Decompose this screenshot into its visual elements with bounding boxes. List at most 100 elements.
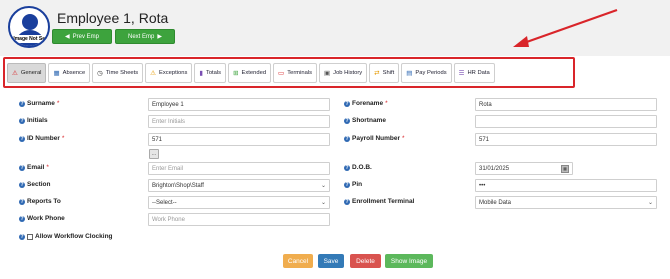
calendar-picker-icon[interactable]: ▦ bbox=[561, 164, 569, 173]
prev-employee-label: Prev Emp bbox=[72, 33, 99, 40]
tab-extended[interactable]: ⊞ Extended bbox=[228, 63, 272, 83]
avatar-head-shape bbox=[22, 14, 38, 30]
help-icon[interactable]: ? bbox=[19, 198, 25, 205]
pin-label-text: Pin bbox=[352, 181, 363, 188]
reports-to-select[interactable]: --Select-- ⌄ bbox=[148, 196, 330, 209]
tab-absence[interactable]: ▦ Absence bbox=[48, 63, 91, 83]
annotation-arrow bbox=[513, 8, 618, 47]
exchange-icon: ⇄ bbox=[374, 70, 380, 77]
tab-pay-periods[interactable]: ▤ Pay Periods bbox=[401, 63, 452, 83]
help-icon[interactable]: ? bbox=[19, 100, 25, 107]
arrow-right-icon: ▶ bbox=[157, 34, 162, 40]
help-icon[interactable]: ? bbox=[344, 181, 350, 188]
required-marker: * bbox=[385, 100, 388, 107]
email-input[interactable]: Enter Email bbox=[148, 162, 330, 175]
bar-chart-icon: ▮ bbox=[199, 70, 203, 77]
tab-label: Time Sheets bbox=[105, 70, 139, 76]
list-icon: ☰ bbox=[458, 70, 465, 77]
tab-hr-data[interactable]: ☰ HR Data bbox=[453, 63, 495, 83]
enrollment-terminal-select[interactable]: Mobile Data ⌄ bbox=[475, 196, 657, 209]
shortname-label-text: Shortname bbox=[352, 117, 386, 124]
help-icon[interactable]: ? bbox=[344, 100, 350, 107]
monitor-icon: ▭ bbox=[278, 70, 285, 77]
avatar[interactable]: Image Not Set bbox=[8, 6, 50, 48]
tab-job-history[interactable]: ▣ Job History bbox=[319, 63, 368, 83]
section-select-value: Brighton\Shop\Staff bbox=[152, 182, 204, 189]
initials-input[interactable]: Enter Initials bbox=[148, 115, 330, 128]
plus-square-icon: ⊞ bbox=[233, 70, 239, 77]
delete-button[interactable]: Delete bbox=[350, 254, 381, 268]
forename-input[interactable]: Rota bbox=[475, 98, 657, 111]
enrollment-terminal-label-text: Enrollment Terminal bbox=[352, 198, 415, 205]
forename-label-text: Forename bbox=[352, 100, 384, 107]
calendar-range-icon: ▤ bbox=[406, 70, 413, 77]
reports-to-select-value: --Select-- bbox=[152, 199, 177, 206]
help-icon[interactable]: ? bbox=[19, 164, 25, 171]
required-marker: * bbox=[61, 135, 65, 142]
work-phone-input[interactable]: Work Phone bbox=[148, 213, 330, 226]
email-label: ? Email * bbox=[19, 164, 49, 171]
help-icon[interactable]: ? bbox=[19, 117, 25, 124]
required-marker: * bbox=[46, 164, 49, 171]
help-icon[interactable]: ? bbox=[344, 164, 350, 171]
show-image-button[interactable]: Show Image bbox=[385, 254, 433, 268]
reports-to-label-text: Reports To bbox=[27, 198, 61, 205]
tab-exceptions[interactable]: ⚠ Exceptions bbox=[145, 63, 193, 83]
surname-label: ? Surname * bbox=[19, 100, 59, 107]
tab-label: Absence bbox=[62, 70, 86, 76]
tab-time-sheets[interactable]: ◷ Time Sheets bbox=[92, 63, 144, 83]
warning-icon: ⚠ bbox=[150, 70, 156, 77]
payroll-number-input[interactable]: 571 bbox=[475, 133, 657, 146]
work-phone-label: ? Work Phone bbox=[19, 215, 65, 222]
tab-label: Exceptions bbox=[159, 70, 188, 76]
dob-input[interactable]: 31/01/2025 ▦ bbox=[475, 162, 573, 175]
tab-label: Terminals bbox=[287, 70, 313, 76]
forename-label: ? Forename * bbox=[344, 100, 388, 107]
required-marker: * bbox=[56, 100, 60, 107]
save-button[interactable]: Save bbox=[318, 254, 344, 268]
next-employee-button[interactable]: Next Emp ▶ bbox=[115, 29, 175, 44]
chevron-down-icon: ⌄ bbox=[647, 200, 653, 206]
work-phone-label-text: Work Phone bbox=[27, 215, 65, 222]
shortname-label: ? Shortname bbox=[344, 117, 386, 124]
shortname-input[interactable] bbox=[475, 115, 657, 128]
section-select[interactable]: Brighton\Shop\Staff ⌄ bbox=[148, 179, 330, 192]
help-icon[interactable]: ? bbox=[344, 117, 350, 124]
allow-workflow-label: ? Allow Workflow Clocking bbox=[19, 233, 113, 240]
arrow-left-icon: ◀ bbox=[65, 34, 70, 40]
tab-bar-highlight: ⚠ General ▦ Absence ◷ Time Sheets ⚠ Exce… bbox=[3, 57, 575, 88]
pin-input[interactable]: ••• bbox=[475, 179, 657, 192]
surname-label-text: Surname bbox=[27, 100, 55, 107]
help-icon[interactable]: ? bbox=[19, 135, 25, 142]
surname-input[interactable]: Employee 1 bbox=[148, 98, 330, 111]
id-number-label: ? ID Number * bbox=[19, 135, 64, 142]
email-label-text: Email bbox=[27, 164, 45, 171]
help-icon[interactable]: ? bbox=[344, 198, 350, 205]
payroll-number-label-text: Payroll Number bbox=[352, 135, 401, 142]
pin-label: ? Pin bbox=[344, 181, 362, 188]
tab-list: ⚠ General ▦ Absence ◷ Time Sheets ⚠ Exce… bbox=[7, 63, 495, 83]
tab-totals[interactable]: ▮ Totals bbox=[194, 63, 227, 83]
cancel-button[interactable]: Cancel bbox=[283, 254, 313, 268]
allow-workflow-checkbox[interactable] bbox=[27, 233, 33, 240]
section-label-text: Section bbox=[27, 181, 51, 188]
required-marker: * bbox=[402, 135, 405, 142]
dob-value: 31/01/2025 bbox=[479, 165, 510, 172]
tab-label: HR Data bbox=[467, 70, 490, 76]
prev-employee-button[interactable]: ◀ Prev Emp bbox=[52, 29, 112, 44]
id-number-input[interactable]: 571 bbox=[148, 133, 330, 146]
calendar-icon: ▦ bbox=[53, 70, 60, 77]
tab-label: Job History bbox=[333, 70, 363, 76]
avatar-caption: Image Not Set bbox=[11, 35, 48, 43]
enrollment-terminal-label: ? Enrollment Terminal bbox=[344, 198, 414, 205]
id-number-lookup-button[interactable]: ... bbox=[149, 149, 159, 159]
help-icon[interactable]: ? bbox=[19, 233, 25, 240]
help-icon[interactable]: ? bbox=[19, 181, 25, 188]
tab-general[interactable]: ⚠ General bbox=[7, 63, 47, 83]
tab-shift[interactable]: ⇄ Shift bbox=[369, 63, 400, 83]
initials-label-text: Initials bbox=[27, 117, 48, 124]
chevron-down-icon: ⌄ bbox=[320, 200, 326, 206]
help-icon[interactable]: ? bbox=[344, 135, 350, 142]
tab-terminals[interactable]: ▭ Terminals bbox=[273, 63, 318, 83]
help-icon[interactable]: ? bbox=[19, 215, 25, 222]
